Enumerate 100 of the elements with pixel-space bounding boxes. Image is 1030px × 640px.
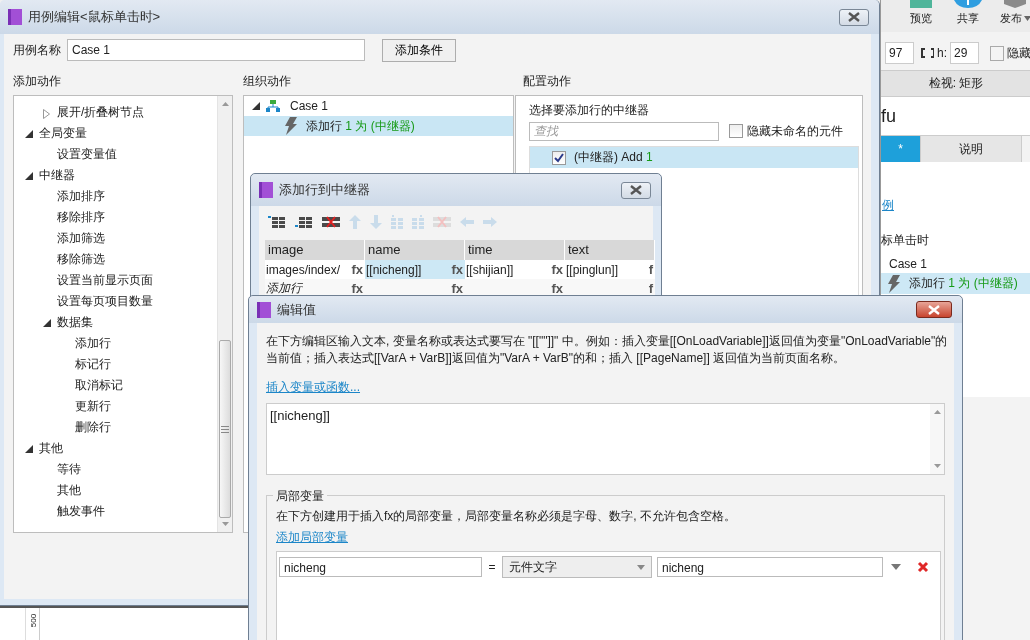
add-local-variable-link[interactable]: 添加局部变量 <box>276 529 348 546</box>
add-condition-button[interactable]: 添加条件 <box>382 38 456 62</box>
tree-item[interactable]: 展开/折叠树节点 <box>57 105 145 119</box>
fx-button[interactable]: fx <box>451 262 463 277</box>
panel-tab[interactable]: 说明 <box>921 136 1022 162</box>
tree-item[interactable]: 删除行 <box>75 420 111 434</box>
column-header: name <box>365 240 465 260</box>
tree-item[interactable]: 移除筛选 <box>57 252 105 266</box>
tree-item[interactable]: 设置变量值 <box>57 147 117 161</box>
tool-label[interactable]: 发布 <box>999 11 1030 26</box>
window-title: 用例编辑<鼠标单击时> <box>28 8 162 26</box>
app-logo-icon <box>8 9 22 25</box>
scroll-down-icon[interactable] <box>933 464 941 468</box>
table-cell[interactable]: [[shijian]] fx <box>465 260 565 279</box>
publish-icon[interactable] <box>1004 0 1027 8</box>
prompt-text: 选择要添加行的中继器 <box>528 102 650 119</box>
lightning-icon <box>284 117 298 135</box>
tree-item[interactable]: 数据集 <box>57 315 93 329</box>
delete-icon[interactable] <box>322 216 340 228</box>
tool-label[interactable]: 共享 <box>957 11 979 26</box>
expanded-arrow-icon[interactable] <box>25 445 33 453</box>
share-icon[interactable] <box>954 0 982 8</box>
tree-item[interactable]: 更新行 <box>75 399 111 413</box>
case-name-field[interactable]: Case 1 <box>67 39 365 61</box>
widget-name: fu <box>881 105 896 127</box>
close-button[interactable] <box>916 301 952 318</box>
dropdown-arrow-icon[interactable] <box>891 564 901 570</box>
tree-item[interactable]: 标记行 <box>75 357 111 371</box>
action-item[interactable]: 添加行 1 为 (中继器) <box>244 116 513 136</box>
fx-button[interactable]: fx <box>351 262 363 277</box>
add-row-icon[interactable] <box>268 216 286 228</box>
window-title: 编辑值 <box>277 300 317 319</box>
tree-item[interactable]: 设置当前显示页面 <box>57 273 153 287</box>
target-field[interactable]: nicheng <box>657 557 883 577</box>
tree-item[interactable]: 添加筛选 <box>57 231 105 245</box>
close-icon <box>847 12 861 22</box>
collapsed-arrow-icon[interactable] <box>43 109 50 119</box>
event-label: 标单击时 <box>881 232 930 249</box>
close-button[interactable] <box>839 8 869 26</box>
value-editor[interactable]: [[nicheng]] <box>266 403 945 475</box>
column-header: image <box>265 240 365 260</box>
scroll-up-icon[interactable] <box>933 410 941 414</box>
action-row[interactable]: 添加行 1 为 (中继器) <box>881 273 1030 294</box>
repeater-row[interactable]: (中继器) Add 1 <box>530 147 858 168</box>
locals-description: 在下方创建用于插入fx的局部变量，局部变量名称必须是字母、数字, 不允许包含空格。 <box>276 508 737 525</box>
table-cell[interactable]: [[pinglun]] f <box>565 260 655 279</box>
hidden-checkbox[interactable] <box>990 45 1004 61</box>
cases-link[interactable]: 例 <box>881 197 894 214</box>
scroll-down-icon[interactable] <box>221 522 229 526</box>
tree-item[interactable]: 全局变量 <box>39 126 87 140</box>
fx-button[interactable]: fx <box>351 281 363 296</box>
tree-item[interactable]: 等待 <box>57 462 81 476</box>
hidden-label: 隐藏 <box>1007 44 1030 62</box>
delete-icon[interactable] <box>917 561 929 573</box>
tree-item[interactable]: 添加行 <box>75 336 111 350</box>
equals-sign: = <box>487 560 497 574</box>
column-header: text <box>565 240 655 260</box>
section-heading: 配置动作 <box>522 73 572 90</box>
fx-button[interactable]: f <box>648 281 653 296</box>
tree-item[interactable]: 其他 <box>39 441 63 455</box>
close-button[interactable] <box>621 181 651 199</box>
tool-label[interactable]: 预览 <box>909 11 932 26</box>
lightning-icon <box>887 274 901 293</box>
grip-icon[interactable] <box>221 425 229 433</box>
table-cell[interactable]: images/index/ fx <box>265 260 365 279</box>
preview-icon[interactable] <box>909 0 932 8</box>
fx-button[interactable]: fx <box>551 281 563 296</box>
tree-item[interactable]: 取消标记 <box>75 378 123 392</box>
tree-item[interactable]: 移除排序 <box>57 210 105 224</box>
tree-item[interactable]: 中继器 <box>39 168 75 182</box>
expanded-arrow-icon[interactable] <box>252 102 260 110</box>
tree-item[interactable]: 设置每页项目数量 <box>57 294 153 308</box>
tree-item[interactable]: 触发事件 <box>57 504 105 518</box>
checkbox-label: 隐藏未命名的元件 <box>747 122 843 140</box>
width-field[interactable]: 97 <box>885 42 914 64</box>
ruler-label: 500 <box>29 613 39 628</box>
add-row-icon[interactable] <box>295 216 313 228</box>
height-field[interactable]: 29 <box>949 42 979 64</box>
expanded-arrow-icon[interactable] <box>43 319 51 327</box>
fx-button[interactable]: fx <box>451 281 463 296</box>
variable-name-field[interactable]: nicheng <box>279 557 482 577</box>
checkbox[interactable] <box>729 124 743 138</box>
search-field[interactable]: 查找 <box>529 121 719 141</box>
tree-item[interactable]: 其他 <box>57 483 81 497</box>
case-item[interactable]: Case 1 <box>290 99 329 113</box>
case-name-label: 用例名称 <box>13 41 61 59</box>
section-heading: 组织动作 <box>243 73 292 90</box>
scroll-up-icon[interactable] <box>221 102 229 106</box>
fx-button[interactable]: f <box>648 262 653 277</box>
group-legend: 局部变量 <box>273 488 327 505</box>
insert-variable-link[interactable]: 插入变量或函数... <box>266 379 360 396</box>
type-dropdown[interactable]: 元件文字 <box>502 556 652 578</box>
tree-item[interactable]: 添加排序 <box>57 189 105 203</box>
table-cell[interactable]: [[nicheng]] fx <box>365 260 465 279</box>
window-title: 添加行到中继器 <box>279 181 371 199</box>
expanded-arrow-icon[interactable] <box>25 172 33 180</box>
checkbox[interactable] <box>552 150 566 165</box>
fx-button[interactable]: fx <box>551 262 563 277</box>
scrollbar[interactable] <box>217 96 232 532</box>
expanded-arrow-icon[interactable] <box>25 130 33 138</box>
